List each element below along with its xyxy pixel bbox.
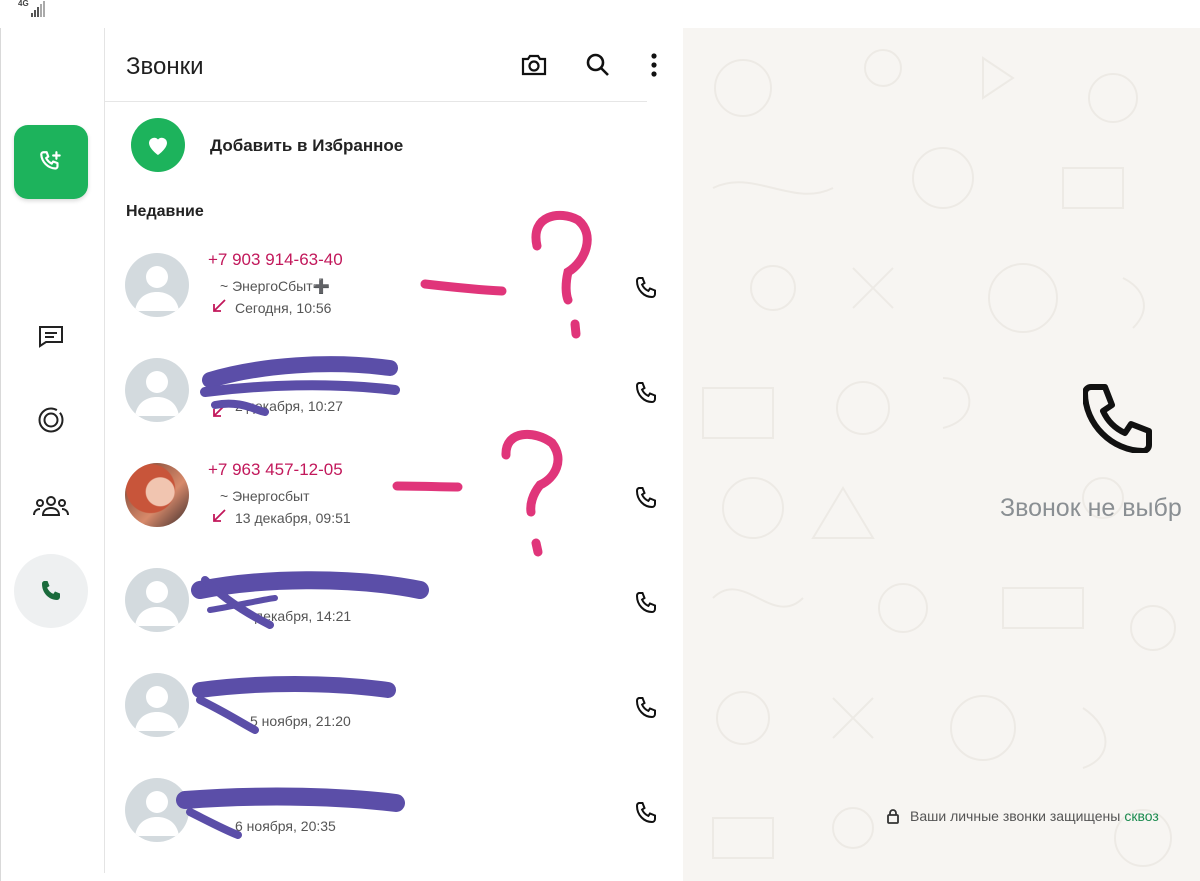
search-button[interactable] — [583, 50, 613, 80]
missed-call-arrow-icon — [213, 404, 226, 417]
favorites-avatar — [131, 118, 185, 172]
phone-icon — [636, 382, 656, 404]
encryption-link[interactable]: сквоз — [1124, 808, 1158, 824]
search-icon — [586, 53, 609, 76]
phone-icon — [1083, 384, 1152, 453]
page-title: Звонки — [126, 53, 204, 80]
empty-state-text: Звонок не выбр — [1000, 494, 1182, 522]
call-row[interactable]: декабря, 14:21 — [105, 568, 683, 668]
phone-icon — [636, 592, 656, 614]
camera-button[interactable] — [519, 50, 549, 80]
missed-call-arrow-icon — [213, 509, 226, 522]
caller-number: +7 903 914-63-40 — [208, 250, 343, 269]
phone-icon — [41, 581, 60, 600]
heart-icon — [149, 137, 167, 155]
chat-icon — [39, 326, 63, 348]
caller-label: ~ Энергосбыт — [220, 488, 310, 504]
add-call-icon — [40, 151, 61, 170]
call-back-button[interactable] — [631, 798, 661, 828]
recent-section-label: Недавние — [126, 203, 204, 220]
avatar — [125, 568, 189, 632]
encryption-notice: Ваши личные звонки защищены сквоз — [886, 808, 1159, 824]
doodle-background — [702, 49, 1176, 867]
avatar — [125, 253, 189, 317]
call-detail-pane: Звонок не выбр Ваши личные звонки защище… — [683, 28, 1200, 881]
menu-button[interactable] — [639, 50, 669, 80]
navigation-rail — [0, 28, 104, 881]
rail-item-calls[interactable] — [14, 554, 88, 628]
add-favorites-row[interactable]: Добавить в Избранное — [105, 116, 665, 176]
call-time: 13 декабря, 09:51 — [235, 510, 351, 526]
phone-icon — [636, 277, 656, 299]
call-back-button[interactable] — [631, 588, 661, 618]
call-row[interactable]: +7 903 914-63-40 ~ ЭнергоСбыт➕ Сегодня, … — [105, 250, 683, 353]
call-row[interactable]: 2 декабря, 10:27 — [105, 358, 683, 458]
call-back-button[interactable] — [631, 693, 661, 723]
avatar — [125, 358, 189, 422]
call-back-button[interactable] — [631, 483, 661, 513]
call-row[interactable]: +7 963 457-12-05 ~ Энергосбыт 13 декабря… — [105, 460, 683, 563]
phone-icon — [636, 487, 656, 509]
signal-icon — [30, 1, 45, 17]
panel-header: Звонки — [105, 28, 657, 102]
encryption-text: Ваши личные звонки защищены — [910, 808, 1121, 824]
status-bar: 4G — [18, 0, 45, 20]
call-row[interactable]: 6 ноября, 20:35 — [105, 778, 683, 878]
phone-icon — [636, 802, 656, 824]
avatar — [125, 463, 189, 527]
rail-item-chats[interactable] — [14, 299, 88, 373]
avatar — [125, 673, 189, 737]
phone-icon — [636, 697, 656, 719]
communities-icon — [33, 496, 69, 516]
call-time: 2 декабря, 10:27 — [235, 398, 343, 414]
more-vertical-icon — [651, 53, 657, 77]
rail-item-communities[interactable] — [14, 469, 88, 543]
call-back-button[interactable] — [631, 273, 661, 303]
camera-icon — [521, 54, 547, 76]
network-type: 4G — [18, 0, 29, 8]
call-time: Сегодня, 10:56 — [235, 300, 332, 316]
caller-number: +7 963 457-12-05 — [208, 460, 343, 479]
call-time: декабря, 14:21 — [255, 608, 352, 624]
calls-panel: Звонки Добавить в Избранное Недавние +7 … — [105, 28, 683, 881]
call-row[interactable]: 5 ноября, 21:20 — [105, 673, 683, 773]
new-call-button[interactable] — [14, 125, 88, 199]
call-time: 5 ноября, 21:20 — [250, 713, 351, 729]
status-icon — [38, 407, 64, 433]
avatar — [125, 778, 189, 842]
add-favorites-label: Добавить в Избранное — [210, 136, 404, 155]
whatsapp-calls-screen: 4G Звонки Добавить в Избранное Недавние … — [0, 0, 1200, 881]
rail-item-status[interactable] — [14, 383, 88, 457]
call-back-button[interactable] — [631, 378, 661, 408]
call-time: 6 ноября, 20:35 — [235, 818, 336, 834]
lock-icon — [887, 809, 899, 824]
missed-call-arrow-icon — [213, 299, 226, 312]
caller-label: ~ ЭнергоСбыт➕ — [220, 278, 331, 294]
